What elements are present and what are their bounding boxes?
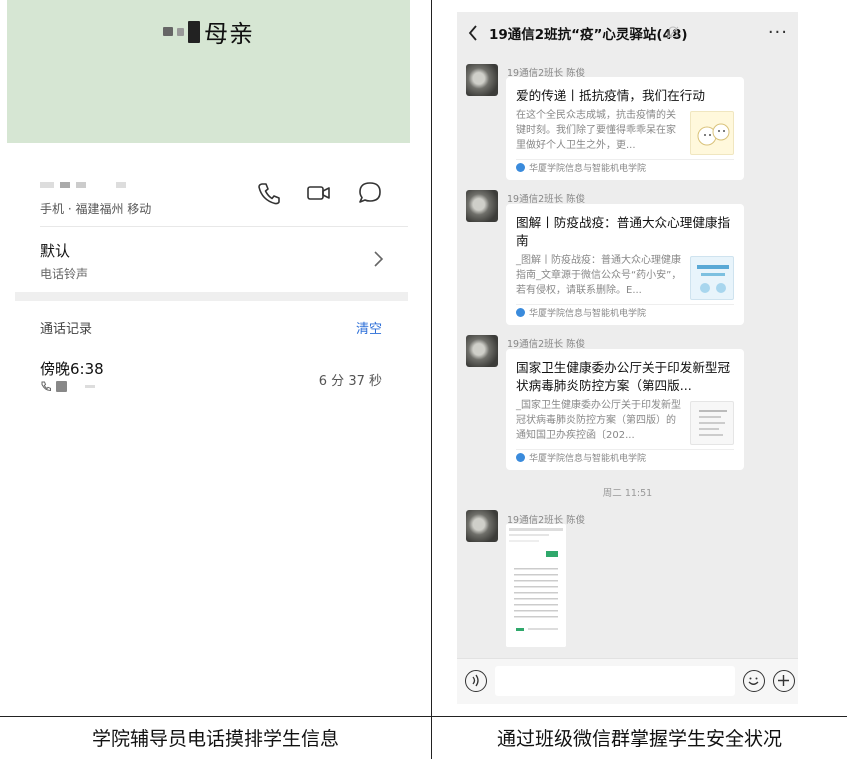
official-account-icon — [516, 163, 525, 172]
wechat-group-chat: 19通信2班抗“疫”心灵驿站(48) ··· 19通信2班长 陈俊 爱的传递丨抵… — [457, 12, 798, 704]
call-log-item[interactable]: 傍晚6:38 6 分 37 秒 — [40, 358, 382, 398]
contact-name: 母亲 — [204, 20, 254, 48]
avatar[interactable] — [466, 190, 498, 222]
article-thumbnail — [690, 111, 734, 155]
left-caption: 学院辅导员电话摸排学生信息 — [91, 728, 339, 750]
avatar[interactable] — [466, 510, 498, 542]
clear-button[interactable]: 清空 — [356, 318, 382, 337]
chat-input-bar — [457, 658, 798, 704]
chat-timestamp: 周二 11:51 — [602, 488, 653, 499]
call-duration: 6 分 37 秒 — [318, 374, 382, 389]
ringtone-label: 电话铃声 — [40, 267, 89, 281]
sim-card-icon — [56, 380, 67, 392]
chevron-right-icon — [374, 251, 384, 267]
panel-divider — [431, 0, 432, 759]
avatar[interactable] — [466, 64, 498, 96]
redaction-mark — [188, 20, 200, 43]
article-source: 华厦学院信息与智能机电学院 — [516, 161, 734, 174]
masked-phone-number — [40, 182, 126, 188]
sender-name: 19通信2班长 陈俊 — [507, 339, 586, 350]
chat-title-bar: 19通信2班抗“疫”心灵驿站(48) ··· — [457, 12, 798, 54]
article-desc: _国家卫生健康委办公厅关于印发新型冠状病毒肺炎防控方案（第四版）的通知国卫办疾控… — [516, 400, 681, 441]
article-card[interactable]: 国家卫生健康委办公厅关于印发新型冠状病毒肺炎防控方案（第四版... _国家卫生健… — [506, 349, 744, 470]
divider — [40, 226, 408, 227]
emoji-icon[interactable] — [743, 670, 765, 692]
call-log-title: 通话记录 — [40, 322, 93, 337]
article-title: 图解丨防疫战疫：普通大众心理健康指南 — [516, 215, 731, 248]
redaction-mark — [163, 27, 173, 36]
mute-bell-icon — [667, 26, 679, 39]
article-thumbnail — [690, 256, 734, 300]
message-icon[interactable] — [357, 180, 383, 206]
redaction-mark — [85, 384, 95, 388]
article-thumbnail — [690, 401, 734, 445]
video-call-icon[interactable] — [306, 180, 332, 206]
phone-call-icon[interactable] — [256, 180, 282, 206]
message-input[interactable] — [495, 666, 735, 696]
right-caption: 通过班级微信群掌握学生安全状况 — [496, 728, 782, 750]
call-log-header: 通话记录 清空 — [40, 318, 382, 338]
article-source-name: 华厦学院信息与智能机电学院 — [529, 164, 647, 174]
voice-input-icon[interactable] — [465, 670, 487, 692]
article-desc: 在这个全民众志成城，抗击疫情的关键时刻。我们除了要懂得乖乖呆在家里做好个人卫生之… — [516, 110, 676, 151]
plus-icon[interactable] — [773, 670, 795, 692]
article-card[interactable]: 图解丨防疫战疫：普通大众心理健康指南 _图解丨防疫战疫：普通大众心理健康指南_文… — [506, 204, 744, 325]
contact-detail-panel: 母亲 手机 · 福建福州 移动 默认 电话铃声 通话记录 清空 傍晚6:38 6… — [0, 0, 431, 716]
article-title: 国家卫生健康委办公厅关于印发新型冠状病毒肺炎防控方案（第四版... — [516, 360, 731, 393]
redaction-mark — [177, 27, 184, 36]
screenshot-image-message[interactable] — [506, 524, 566, 647]
article-source: 华厦学院信息与智能机电学院 — [516, 306, 734, 319]
divider — [516, 304, 734, 305]
back-arrow-icon[interactable] — [467, 24, 479, 42]
chat-title: 19通信2班抗“疫”心灵驿站(48) — [489, 27, 688, 43]
article-source-name: 华厦学院信息与智能机电学院 — [529, 309, 647, 319]
official-account-icon — [516, 308, 525, 317]
official-account-icon — [516, 453, 525, 462]
call-type-icons — [40, 380, 95, 392]
contact-name-row: 母亲 — [7, 14, 410, 49]
divider — [516, 159, 734, 160]
contact-header: 母亲 — [7, 0, 410, 143]
article-title: 爱的传递丨抵抗疫情，我们在行动 — [516, 88, 705, 103]
more-options-button[interactable]: ··· — [768, 22, 788, 43]
incoming-call-icon — [41, 381, 51, 392]
article-card[interactable]: 爱的传递丨抵抗疫情，我们在行动 在这个全民众志成城，抗击疫情的关键时刻。我们除了… — [506, 77, 744, 180]
ringtone-row[interactable]: 默认 电话铃声 — [40, 240, 385, 284]
article-desc: _图解丨防疫战疫：普通大众心理健康指南_文章源于微信公众号“药小安”，若有侵权，… — [516, 255, 682, 296]
section-separator — [15, 292, 408, 301]
phone-location: 手机 · 福建福州 移动 — [40, 202, 152, 216]
divider — [516, 449, 734, 450]
article-source: 华厦学院信息与智能机电学院 — [516, 451, 734, 464]
phone-number-row[interactable]: 手机 · 福建福州 移动 — [40, 178, 390, 222]
avatar[interactable] — [466, 335, 498, 367]
sender-name: 19通信2班长 陈俊 — [507, 194, 586, 205]
ringtone-value: 默认 — [40, 242, 71, 260]
article-source-name: 华厦学院信息与智能机电学院 — [529, 454, 647, 464]
